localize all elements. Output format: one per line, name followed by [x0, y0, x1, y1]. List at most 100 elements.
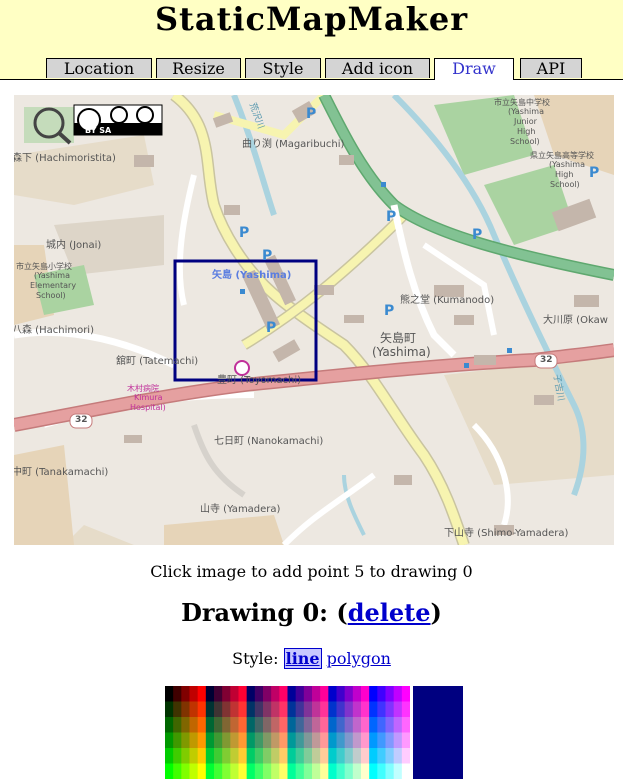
palette-swatch[interactable]	[189, 763, 199, 779]
palette-swatch[interactable]	[165, 686, 174, 702]
palette-swatch[interactable]	[165, 763, 174, 779]
palette-swatch[interactable]	[263, 763, 272, 779]
palette-swatch[interactable]	[214, 732, 223, 749]
palette-swatch[interactable]	[320, 717, 329, 733]
palette-swatch[interactable]	[401, 748, 410, 764]
palette-swatch[interactable]	[320, 701, 329, 718]
palette-swatch[interactable]	[238, 748, 248, 764]
palette-swatch[interactable]	[279, 686, 288, 702]
palette-swatch[interactable]	[173, 748, 182, 764]
palette-swatch[interactable]	[377, 686, 386, 702]
palette-swatch[interactable]	[189, 732, 199, 749]
palette-swatch[interactable]	[369, 763, 378, 779]
palette-swatch[interactable]	[279, 717, 288, 733]
palette-swatch[interactable]	[246, 763, 256, 779]
palette-swatch[interactable]	[222, 763, 231, 779]
palette-swatch[interactable]	[246, 748, 256, 764]
palette-swatch[interactable]	[238, 701, 248, 718]
palette-swatch[interactable]	[303, 748, 313, 764]
palette-swatch[interactable]	[336, 732, 346, 749]
palette-swatch[interactable]	[369, 701, 378, 718]
palette-swatch[interactable]	[295, 686, 305, 702]
palette-swatch[interactable]	[393, 748, 403, 764]
palette-swatch[interactable]	[222, 701, 231, 718]
palette-swatch[interactable]	[361, 686, 370, 702]
palette-swatch[interactable]	[181, 732, 190, 749]
palette-swatch[interactable]	[181, 748, 190, 764]
palette-swatch[interactable]	[303, 686, 313, 702]
palette-swatch[interactable]	[246, 732, 256, 749]
palette-swatch[interactable]	[385, 732, 395, 749]
palette-swatch[interactable]	[393, 717, 403, 733]
palette-swatch[interactable]	[173, 732, 182, 749]
palette-swatch[interactable]	[336, 686, 346, 702]
palette-swatch[interactable]	[361, 732, 370, 749]
tab-draw[interactable]: Draw	[434, 58, 514, 80]
map-image[interactable]: P P P P P P P P BY SA 森下 (Hachimoristita…	[14, 95, 614, 545]
palette-swatch[interactable]	[246, 701, 256, 718]
palette-swatch[interactable]	[312, 701, 321, 718]
palette-swatch[interactable]	[197, 686, 207, 702]
palette-swatch[interactable]	[303, 732, 313, 749]
palette-swatch[interactable]	[377, 748, 386, 764]
palette-swatch[interactable]	[328, 686, 337, 702]
palette-swatch[interactable]	[197, 732, 207, 749]
palette-swatch[interactable]	[238, 717, 248, 733]
palette-swatch[interactable]	[369, 732, 378, 749]
palette-swatch[interactable]	[254, 732, 264, 749]
palette-swatch[interactable]	[165, 717, 174, 733]
palette-swatch[interactable]	[369, 717, 378, 733]
palette-swatch[interactable]	[181, 717, 190, 733]
palette-swatch[interactable]	[181, 686, 190, 702]
palette-swatch[interactable]	[214, 748, 223, 764]
palette-swatch[interactable]	[222, 686, 231, 702]
palette-swatch[interactable]	[312, 686, 321, 702]
palette-swatch[interactable]	[279, 763, 288, 779]
palette-swatch[interactable]	[287, 763, 297, 779]
palette-swatch[interactable]	[271, 686, 280, 702]
palette-swatch[interactable]	[320, 763, 329, 779]
palette-swatch[interactable]	[230, 763, 239, 779]
tab-style[interactable]: Style	[245, 58, 321, 78]
palette-swatch[interactable]	[230, 732, 239, 749]
palette-swatch[interactable]	[165, 701, 174, 718]
palette-swatch[interactable]	[214, 686, 223, 702]
palette-swatch[interactable]	[279, 732, 288, 749]
palette-swatch[interactable]	[312, 763, 321, 779]
palette-swatch[interactable]	[393, 701, 403, 718]
palette-swatch[interactable]	[352, 717, 362, 733]
palette-swatch[interactable]	[320, 748, 329, 764]
palette-swatch[interactable]	[377, 763, 386, 779]
palette-swatch[interactable]	[393, 686, 403, 702]
palette-swatch[interactable]	[369, 748, 378, 764]
palette-swatch[interactable]	[238, 732, 248, 749]
palette-swatch[interactable]	[222, 732, 231, 749]
palette-swatch[interactable]	[205, 732, 215, 749]
palette-swatch[interactable]	[352, 763, 362, 779]
palette-swatch[interactable]	[189, 748, 199, 764]
palette-swatch[interactable]	[401, 763, 410, 779]
palette-swatch[interactable]	[344, 717, 354, 733]
palette-swatch[interactable]	[214, 763, 223, 779]
palette-swatch[interactable]	[377, 717, 386, 733]
palette-swatch[interactable]	[352, 748, 362, 764]
palette-swatch[interactable]	[246, 686, 256, 702]
palette-swatch[interactable]	[279, 701, 288, 718]
palette-swatch[interactable]	[254, 686, 264, 702]
palette-swatch[interactable]	[173, 701, 182, 718]
palette-swatch[interactable]	[205, 763, 215, 779]
palette-swatch[interactable]	[328, 701, 337, 718]
palette-swatch[interactable]	[238, 686, 248, 702]
palette-swatch[interactable]	[254, 763, 264, 779]
palette-swatch[interactable]	[328, 748, 337, 764]
palette-swatch[interactable]	[181, 701, 190, 718]
tab-api[interactable]: API	[520, 58, 582, 78]
palette-swatch[interactable]	[246, 717, 256, 733]
palette-swatch[interactable]	[230, 717, 239, 733]
delete-drawing-link[interactable]: delete	[348, 598, 431, 627]
palette-swatch[interactable]	[320, 732, 329, 749]
palette-swatch[interactable]	[254, 717, 264, 733]
palette-swatch[interactable]	[205, 717, 215, 733]
palette-swatch[interactable]	[254, 748, 264, 764]
palette-swatch[interactable]	[173, 686, 182, 702]
